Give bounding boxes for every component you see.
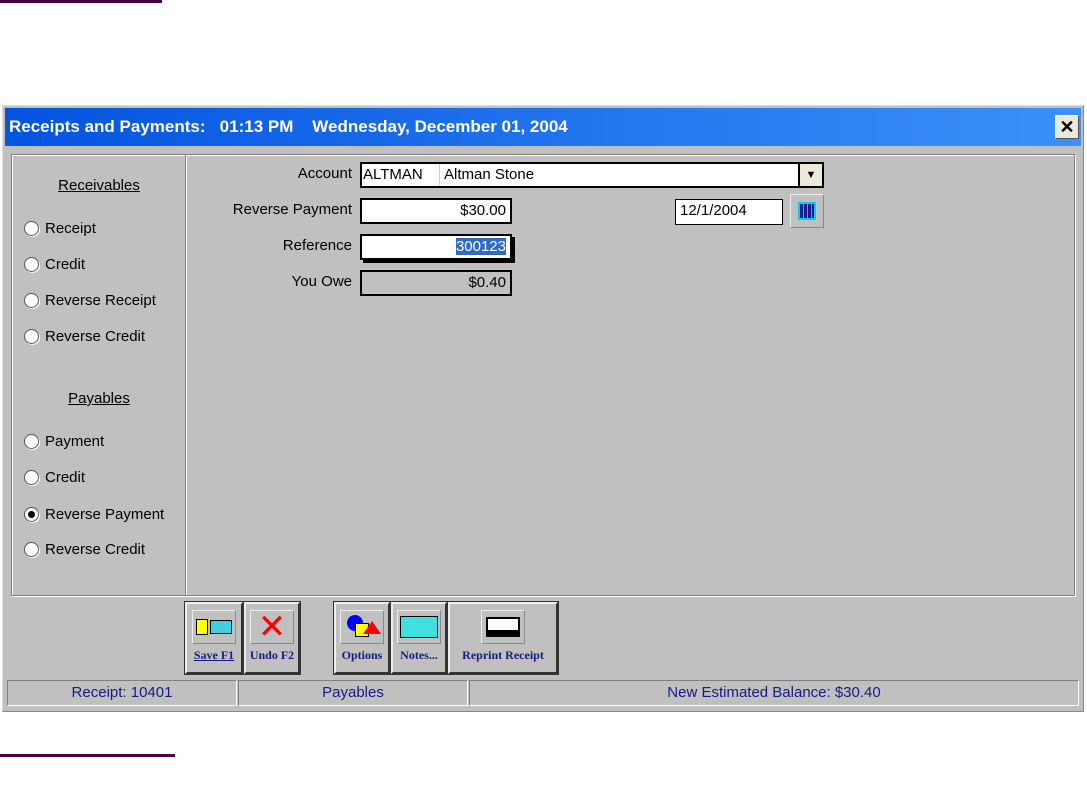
printer-icon (481, 610, 525, 644)
date-input[interactable]: 12/1/2004 (675, 199, 783, 225)
save-folder-icon (192, 610, 236, 644)
owe-label: You Owe (291, 273, 352, 290)
radio-label: Reverse Payment (45, 506, 165, 523)
notes-label: Notes... (400, 648, 438, 662)
radio-icon (24, 470, 39, 485)
you-owe-value: $0.40 (360, 270, 512, 296)
top-rule (0, 0, 162, 3)
radio-payables-reverse-credit[interactable]: Reverse Credit (24, 541, 145, 558)
receipts-window: Receipts and Payments: 01:13 PM Wednesda… (2, 105, 1084, 712)
radio-label: Reverse Receipt (45, 292, 156, 309)
account-label: Account (297, 165, 352, 182)
radio-icon (24, 257, 39, 272)
undo-button[interactable]: ✕ Undo F2 (243, 601, 301, 675)
amount-label: Reverse Payment (232, 201, 352, 218)
radio-credit[interactable]: Credit (24, 256, 85, 273)
radio-icon (24, 329, 39, 344)
account-combobox[interactable]: ALTMAN Altman Stone ▼ (360, 162, 824, 188)
undo-label: Undo F2 (249, 648, 295, 662)
bottom-rule (0, 754, 175, 757)
title-bar: Receipts and Payments: 01:13 PM Wednesda… (5, 108, 1081, 146)
account-code: ALTMAN (362, 164, 440, 186)
radio-selected-icon (24, 507, 39, 522)
notes-pen-icon (397, 610, 441, 644)
radio-receipt[interactable]: Receipt (24, 220, 96, 237)
save-label: Save F1 (193, 648, 235, 662)
calendar-icon (798, 202, 816, 220)
options-shapes-icon (340, 610, 384, 644)
save-button[interactable]: Save F1 (184, 601, 244, 675)
calendar-button[interactable] (790, 194, 824, 228)
chevron-down-icon[interactable]: ▼ (798, 164, 822, 186)
payables-header: Payables (68, 390, 130, 407)
notes-button[interactable]: Notes... (390, 601, 448, 675)
reprint-receipt-button[interactable]: Reprint Receipt (447, 601, 559, 675)
radio-reverse-credit[interactable]: Reverse Credit (24, 328, 145, 345)
reference-input[interactable]: 300123 (360, 234, 512, 260)
reprint-label: Reprint Receipt (462, 648, 544, 662)
radio-payables-credit[interactable]: Credit (24, 469, 85, 486)
status-type: Payables (238, 680, 468, 706)
options-button[interactable]: Options (333, 601, 391, 675)
radio-payment[interactable]: Payment (24, 433, 104, 450)
radio-label: Reverse Credit (45, 328, 146, 345)
radio-icon (24, 434, 39, 449)
options-label: Options (341, 648, 383, 662)
radio-reverse-receipt[interactable]: Reverse Receipt (24, 292, 156, 309)
receivables-header: Receivables (58, 177, 140, 194)
radio-label: Credit (45, 256, 86, 273)
radio-label: Payment (45, 433, 105, 450)
reference-label: Reference (282, 237, 352, 254)
close-button[interactable]: ✕ (1055, 115, 1079, 139)
transaction-type-panel: Receivables Receipt Credit Reverse Recei… (12, 155, 186, 595)
radio-icon (24, 293, 39, 308)
radio-label: Receipt (45, 220, 96, 237)
radio-label: Reverse Credit (45, 541, 146, 558)
status-receipt: Receipt: 10401 (7, 680, 237, 706)
amount-input[interactable]: $30.00 (360, 198, 512, 224)
radio-label: Credit (45, 469, 86, 486)
reference-selected-text: 300123 (455, 238, 506, 255)
radio-reverse-payment[interactable]: Reverse Payment (24, 506, 164, 523)
main-frame: Receivables Receipt Credit Reverse Recei… (11, 154, 1075, 596)
status-balance: New Estimated Balance: $30.40 (469, 680, 1079, 706)
undo-x-icon: ✕ (250, 607, 294, 647)
radio-icon (24, 542, 39, 557)
radio-icon (24, 221, 39, 236)
account-name: Altman Stone (444, 166, 535, 183)
